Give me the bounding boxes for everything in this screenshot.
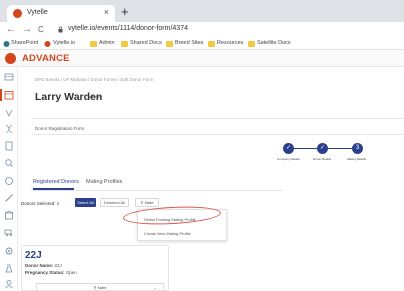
bookmark-admin[interactable]: Admin [99,40,115,46]
donors-selected-label: Donors Selected: [21,201,56,206]
close-tab-icon[interactable]: × [104,7,109,17]
user-icon[interactable] [4,279,14,289]
sidebar [0,67,18,291]
chevron-down-icon: ⌄ [153,285,157,290]
folder-icon [90,41,97,47]
tab-title: Vytelle [27,9,48,16]
truck-icon[interactable] [4,227,14,237]
vytelle-favicon-icon [13,9,22,18]
sharepoint-icon [3,41,10,47]
donors-selected: Donors Selected: 1 [21,201,59,206]
circle-icon[interactable] [4,176,14,186]
folder-icon [248,41,255,47]
bookmarks-bar: SharePoint Vytelle.io Admin Shared Docs … [0,39,404,50]
step-1-label: Company Details [277,157,300,161]
step-3-number[interactable]: 3 [352,143,363,154]
flask-icon[interactable] [4,263,14,273]
select-all-button[interactable]: Select All [75,198,96,207]
bookmark-satellite-docs[interactable]: Satellite Docs [257,40,291,46]
forward-icon[interactable]: → [22,24,32,36]
back-icon[interactable]: ← [6,24,16,36]
step-2-check-icon[interactable]: ✓ [317,143,328,154]
bookmark-sharepoint[interactable]: SharePoint [11,40,38,46]
divider [31,190,283,191]
bookmark-resources[interactable]: Resources [217,40,243,46]
form-section-label: Donor Registration Form [35,126,85,131]
document-icon[interactable] [4,141,14,151]
donor-name-value: 22J [54,263,62,268]
sidebar-active-indicator [0,89,2,101]
mate-icon: ⚲ [93,285,97,290]
divider [31,118,404,119]
breadcrumb[interactable]: EPG Events / UF Mariana / Donor Forms / … [35,77,154,82]
search-icon[interactable] [4,158,14,168]
bookmark-breed-sites[interactable]: Breed Sites [175,40,203,46]
folder-icon [166,41,173,47]
step-1-check-icon[interactable]: ✓ [283,143,294,154]
reload-icon[interactable]: C [38,24,44,36]
mate-button[interactable]: ⚲ Mate [135,198,159,207]
pregnancy-status-label: Pregnancy Status: [25,270,65,275]
browser-nav-bar: ← → C vytelle.io/events/1114/donor-form/… [0,22,404,39]
home-icon[interactable] [4,72,14,82]
step-2-label: Donor Details [313,157,332,161]
donor-name-row: Donor Name: 22J [25,263,62,268]
app-header: ADVANCE [0,50,404,67]
bookmark-vytelle[interactable]: Vytelle.io [53,40,75,46]
donor-name-label: Donor Name: [25,263,54,268]
new-tab-button[interactable]: + [121,5,129,18]
pregnancy-status-row: Pregnancy Status: Open [25,270,77,275]
building-icon[interactable] [4,210,14,220]
menu-item-create-new-profile[interactable]: Create New Mating Profile [144,231,191,236]
bookmark-shared-docs[interactable]: Shared Docs [130,40,162,46]
syringe-icon[interactable] [4,193,14,203]
donors-selected-count: 1 [56,201,60,206]
step-3-label: Mating Details [347,157,367,161]
lock-icon [58,26,63,33]
tab-mating-profiles[interactable]: Mating Profiles [86,179,122,185]
main-content: EPG Events / UF Mariana / Donor Forms / … [19,67,404,291]
status-badge: • Active [89,94,103,99]
settings-icon[interactable] [4,246,14,256]
browser-tab[interactable]: Vytelle × [7,5,115,22]
advance-logo-icon [5,53,16,64]
calendar-icon[interactable] [4,90,14,100]
divider [31,134,404,135]
cattle-icon[interactable] [4,108,14,118]
deselect-all-button[interactable]: Deselect All [100,198,129,207]
address-bar[interactable]: vytelle.io/events/1114/donor-form/4374 [68,25,188,32]
vytelle-icon [44,41,51,47]
donor-card-title: 22J [25,250,42,261]
card-mate-label: Mate [97,285,107,290]
mate-button-label: Mate [144,200,154,205]
pregnancy-status-value: Open [65,270,77,275]
browser-tab-bar: Vytelle × + [0,0,404,22]
mate-icon: ⚲ [140,200,144,205]
donor-card[interactable]: 22J Donor Name: 22J Pregnancy Status: Op… [21,245,169,291]
genetics-icon[interactable] [4,124,14,134]
card-mate-select[interactable]: ⚲ Mate ⌄ [36,283,164,291]
folder-icon [208,41,215,47]
tab-registered-donors[interactable]: Registered Donors [33,179,79,185]
brand-title[interactable]: ADVANCE [22,53,70,64]
folder-icon [121,41,128,47]
